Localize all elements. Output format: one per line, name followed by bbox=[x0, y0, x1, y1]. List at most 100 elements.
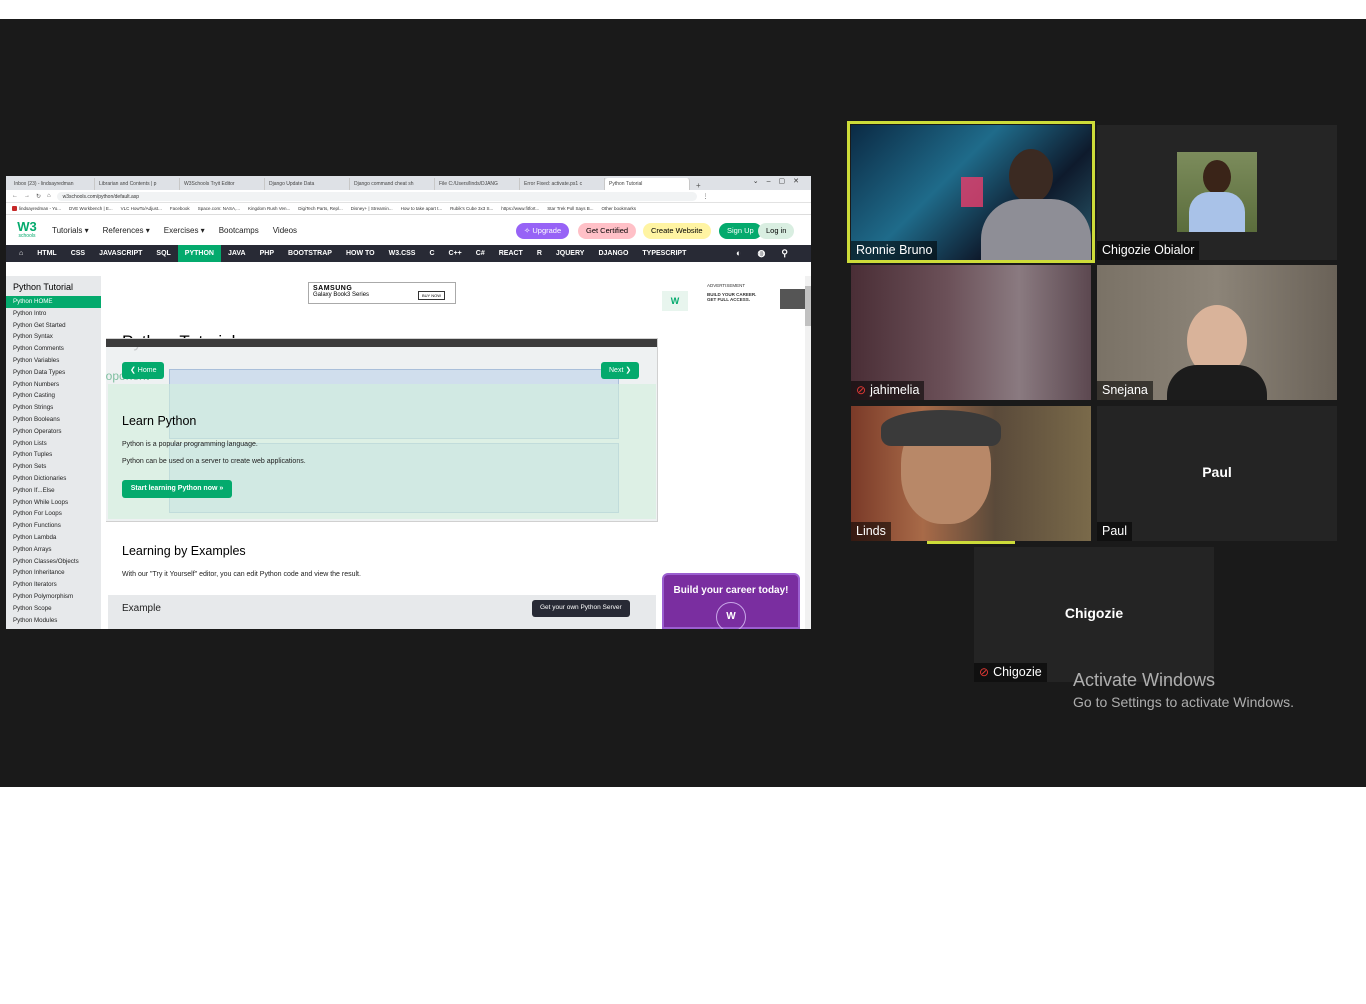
sidebar-item[interactable]: Python Modules bbox=[6, 615, 101, 627]
sidebar-item[interactable]: Python Polymorphism bbox=[6, 591, 101, 603]
participant-tile-paul[interactable]: Paul Paul bbox=[1097, 406, 1337, 541]
bookmark-item[interactable]: Other bookmarks bbox=[602, 206, 637, 211]
sidebar-item[interactable]: Python Syntax bbox=[6, 331, 101, 343]
participant-tile-jahimelia[interactable]: ⊘ jahimelia bbox=[851, 265, 1091, 400]
samsung-ad[interactable]: SAMSUNG Galaxy Book3 Series BUY NOW bbox=[308, 282, 456, 304]
back-icon[interactable]: ← bbox=[12, 193, 18, 199]
bookmark-item[interactable]: Facebook bbox=[170, 206, 190, 211]
sidebar-item[interactable]: Python Operators bbox=[6, 426, 101, 438]
log-in-button[interactable]: Log in bbox=[758, 223, 795, 239]
bookmark-item[interactable]: How to take apart t... bbox=[401, 206, 443, 211]
browser-tab[interactable]: Inbox (23) - lindsayredman bbox=[10, 178, 95, 190]
nav-typescript[interactable]: TYPESCRIPT bbox=[635, 245, 693, 262]
sidebar-item[interactable]: Python Iterators bbox=[6, 579, 101, 591]
sidebar-item[interactable]: Python Data Types bbox=[6, 367, 101, 379]
bookmark-item[interactable]: Star Trek Poll Says B... bbox=[547, 206, 593, 211]
upgrade-button[interactable]: ✧ Upgrade bbox=[516, 223, 570, 239]
sign-up-button[interactable]: Sign Up bbox=[719, 223, 762, 239]
sidebar-item[interactable]: Python For Loops bbox=[6, 508, 101, 520]
forward-icon[interactable]: → bbox=[24, 193, 30, 199]
new-tab-button[interactable]: + bbox=[690, 181, 707, 190]
window-controls[interactable]: ⌄–▢✕ bbox=[753, 177, 807, 185]
participant-tile-chigozie[interactable]: Chigozie ⊘ Chigozie bbox=[974, 547, 1214, 682]
nav-javascript[interactable]: JAVASCRIPT bbox=[92, 245, 149, 262]
nav-html[interactable]: HTML bbox=[30, 245, 63, 262]
nav-jquery[interactable]: JQUERY bbox=[549, 245, 592, 262]
participant-tile-linds[interactable]: Linds bbox=[851, 406, 1091, 541]
sidebar-item[interactable]: Python Arrays bbox=[6, 544, 101, 556]
bookmark-item[interactable]: Kingdom Rush Ven... bbox=[248, 206, 290, 211]
nav-tools-icons[interactable]: ◐◍⚲ bbox=[729, 245, 811, 262]
browser-tab-active[interactable]: Python Tutorial bbox=[605, 178, 690, 190]
sidebar-item[interactable]: Python If...Else bbox=[6, 485, 101, 497]
browser-tab[interactable]: Librarian and Contents | p bbox=[95, 178, 180, 190]
bookmark-item[interactable]: Disney+ | Streamin... bbox=[351, 206, 393, 211]
nav-python[interactable]: PYTHON bbox=[177, 245, 221, 262]
reload-icon[interactable]: ↻ bbox=[36, 193, 41, 200]
nav-sql[interactable]: SQL bbox=[149, 245, 177, 262]
sidebar-item[interactable]: Python Comments bbox=[6, 343, 101, 355]
sidebar-item[interactable]: Python While Loops bbox=[6, 497, 101, 509]
w3-logo[interactable]: W3 schools bbox=[16, 219, 38, 241]
sidebar-item[interactable]: Python Tuples bbox=[6, 449, 101, 461]
bookmark-item[interactable]: Space.com: NASA,... bbox=[198, 206, 240, 211]
nav-bootcamps[interactable]: Bootcamps bbox=[219, 226, 259, 235]
nav-csharp[interactable]: C# bbox=[469, 245, 492, 262]
participant-tile-snejana[interactable]: Snejana bbox=[1097, 265, 1337, 400]
page-scrollbar[interactable] bbox=[805, 276, 811, 629]
browser-tab[interactable]: W3Schools Tryit Editor bbox=[180, 178, 265, 190]
sidebar-item[interactable]: Python Casting bbox=[6, 390, 101, 402]
get-certified-button[interactable]: Get Certified bbox=[578, 223, 637, 239]
nav-w3css[interactable]: W3.CSS bbox=[382, 245, 423, 262]
nav-c[interactable]: C bbox=[422, 245, 441, 262]
browser-tab[interactable]: Django command cheat sh bbox=[350, 178, 435, 190]
nav-cpp[interactable]: C++ bbox=[442, 245, 469, 262]
sidebar-item[interactable]: Python Lambda bbox=[6, 532, 101, 544]
sidebar-item[interactable]: Python Dictionaries bbox=[6, 473, 101, 485]
sidebar-item[interactable]: Python Booleans bbox=[6, 414, 101, 426]
get-server-button[interactable]: Get your own Python Server bbox=[532, 600, 630, 617]
next-nav-button[interactable]: Next ❯ bbox=[601, 362, 640, 379]
browser-tab[interactable]: Error Fixed: activate.ps1 c bbox=[520, 178, 605, 190]
sidebar-item[interactable]: Python Get Started bbox=[6, 320, 101, 332]
bookmark-item[interactable]: https://www.fitfort... bbox=[501, 206, 539, 211]
sidebar-item[interactable]: Python Inheritance bbox=[6, 567, 101, 579]
bookmark-item[interactable]: Rubik's Cube 3x3 S... bbox=[450, 206, 493, 211]
create-website-button[interactable]: Create Website bbox=[643, 223, 711, 239]
advert-box[interactable]: W ADVERTISEMENT BUILD YOUR CAREER. GET F… bbox=[660, 283, 806, 319]
home-nav-button[interactable]: ❮ Home bbox=[122, 362, 165, 379]
nav-django[interactable]: DJANGO bbox=[591, 245, 635, 262]
start-learning-button[interactable]: Start learning Python now » bbox=[122, 480, 232, 498]
sidebar-item[interactable]: Python HOME bbox=[6, 296, 101, 308]
nav-java[interactable]: JAVA bbox=[221, 245, 253, 262]
sidebar-item[interactable]: Python Variables bbox=[6, 355, 101, 367]
sidebar-item[interactable]: Python Intro bbox=[6, 308, 101, 320]
bookmark-item[interactable]: VLC HowTo/Adjust... bbox=[121, 206, 162, 211]
home-icon[interactable]: ⌂ bbox=[47, 193, 51, 199]
nav-r[interactable]: R bbox=[530, 245, 549, 262]
nav-bootstrap[interactable]: BOOTSTRAP bbox=[281, 245, 339, 262]
career-ad[interactable]: Build your career today! W bbox=[662, 573, 800, 629]
browser-tab[interactable]: Django Update Data bbox=[265, 178, 350, 190]
bookmark-item[interactable]: lindsayredman - Yo... bbox=[12, 206, 61, 212]
extensions-icon[interactable]: ⋮ bbox=[703, 193, 709, 200]
bookmark-item[interactable]: DVE Workbench | E... bbox=[69, 206, 113, 211]
nav-css[interactable]: CSS bbox=[64, 245, 92, 262]
bookmark-item[interactable]: DigiTech Parts, Repl... bbox=[298, 206, 343, 211]
nav-howto[interactable]: HOW TO bbox=[339, 245, 382, 262]
nav-react[interactable]: REACT bbox=[492, 245, 530, 262]
sidebar-item[interactable]: Python Numbers bbox=[6, 379, 101, 391]
sidebar-item[interactable]: Python Scope bbox=[6, 603, 101, 615]
nav-videos[interactable]: Videos bbox=[273, 226, 297, 235]
nav-references[interactable]: References ▾ bbox=[103, 226, 150, 235]
browser-tab[interactable]: File C:/Users/linds/DJANG bbox=[435, 178, 520, 190]
participant-tile-chigozie-obialor[interactable]: Chigozie Obialor bbox=[1097, 125, 1337, 260]
nav-exercises[interactable]: Exercises ▾ bbox=[164, 226, 205, 235]
url-input[interactable]: w3schools.com/python/default.asp bbox=[56, 191, 697, 201]
sidebar-item[interactable]: Python Classes/Objects bbox=[6, 556, 101, 568]
sidebar-item[interactable]: Python Functions bbox=[6, 520, 101, 532]
sidebar-item[interactable]: Python Strings bbox=[6, 402, 101, 414]
nav-tutorials[interactable]: Tutorials ▾ bbox=[52, 226, 89, 235]
sidebar-item[interactable]: Python Lists bbox=[6, 438, 101, 450]
sidebar-item[interactable]: Python Sets bbox=[6, 461, 101, 473]
